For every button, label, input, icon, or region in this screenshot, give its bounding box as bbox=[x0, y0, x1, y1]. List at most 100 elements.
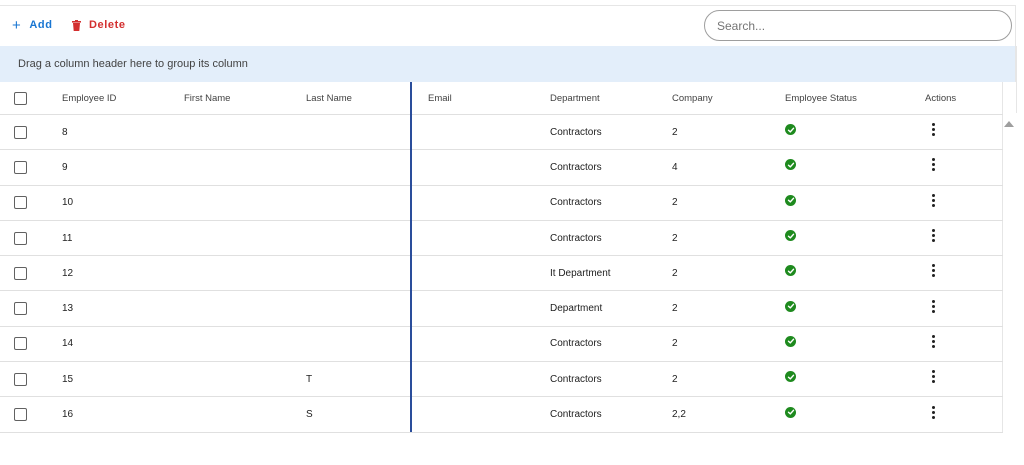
cell-actions bbox=[928, 362, 938, 396]
more-vertical-icon[interactable] bbox=[928, 158, 938, 172]
cell-employee-status bbox=[785, 256, 796, 290]
row-select-cell bbox=[14, 186, 27, 220]
row-checkbox[interactable] bbox=[14, 266, 27, 280]
row-checkbox[interactable] bbox=[14, 408, 27, 422]
cell-employee-status bbox=[785, 362, 796, 396]
table-row[interactable]: 12 It Department 2 bbox=[0, 256, 1003, 292]
cell-employee-id: 13 bbox=[62, 303, 74, 315]
delete-button[interactable]: Delete bbox=[72, 17, 126, 33]
cell-actions bbox=[928, 327, 938, 361]
check-circle-icon bbox=[785, 371, 796, 383]
more-vertical-icon[interactable] bbox=[928, 229, 938, 243]
row-end-divider bbox=[1002, 220, 1003, 256]
column-header-department[interactable]: Department bbox=[550, 82, 600, 114]
cell-company: 2 bbox=[672, 338, 678, 350]
more-vertical-icon[interactable] bbox=[928, 264, 938, 278]
row-select-cell bbox=[14, 362, 27, 396]
cell-actions bbox=[928, 186, 938, 220]
row-end-divider bbox=[1002, 256, 1003, 291]
row-end-divider bbox=[1002, 150, 1003, 185]
cell-department: Contractors bbox=[550, 373, 602, 385]
table-row[interactable]: 14 Contractors 2 bbox=[0, 326, 1003, 363]
cell-actions bbox=[928, 221, 938, 255]
cell-actions bbox=[928, 115, 938, 149]
select-all-checkbox[interactable] bbox=[14, 91, 27, 105]
check-circle-icon bbox=[785, 230, 796, 242]
table-row[interactable]: 15 T Contractors 2 bbox=[0, 362, 1003, 398]
row-end-divider bbox=[1002, 291, 1003, 326]
column-header-company[interactable]: Company bbox=[672, 82, 713, 114]
column-header-last-name[interactable]: Last Name bbox=[306, 82, 352, 114]
table-row[interactable]: 9 Contractors 4 bbox=[0, 150, 1003, 186]
row-end-divider bbox=[1002, 397, 1003, 432]
more-vertical-icon[interactable] bbox=[928, 193, 938, 207]
search-input[interactable] bbox=[704, 10, 1012, 41]
row-checkbox[interactable] bbox=[14, 196, 27, 210]
row-checkbox[interactable] bbox=[14, 125, 27, 139]
select-all-cell bbox=[14, 82, 27, 114]
cell-employee-id: 16 bbox=[62, 409, 74, 421]
column-header-employee-id[interactable]: Employee ID bbox=[62, 82, 116, 114]
column-header-employee-status[interactable]: Employee Status bbox=[785, 82, 857, 114]
cell-employee-status bbox=[785, 327, 796, 361]
cell-employee-status bbox=[785, 186, 796, 220]
check-circle-icon bbox=[785, 335, 796, 347]
cell-department: Department bbox=[550, 303, 603, 315]
group-drop-area[interactable]: Drag a column header here to group its c… bbox=[0, 46, 1016, 82]
cell-employee-status bbox=[785, 221, 796, 255]
column-header-actions[interactable]: Actions bbox=[925, 82, 956, 114]
more-vertical-icon[interactable] bbox=[928, 405, 938, 419]
scroll-up-arrow-icon[interactable] bbox=[1004, 121, 1014, 127]
check-circle-icon bbox=[785, 265, 796, 277]
row-end-divider bbox=[1002, 326, 1003, 362]
grid-body: 8 Contractors 2 9 Contractors 4 10 Contractors 2… bbox=[0, 115, 1003, 433]
row-select-cell bbox=[14, 115, 27, 149]
cell-department: Contractors bbox=[550, 338, 602, 350]
cell-department: Contractors bbox=[550, 161, 602, 173]
cell-department: Contractors bbox=[550, 232, 602, 244]
column-header-email[interactable]: Email bbox=[428, 82, 452, 114]
row-select-cell bbox=[14, 327, 27, 361]
more-vertical-icon[interactable] bbox=[928, 299, 938, 313]
cell-employee-id: 9 bbox=[62, 161, 68, 173]
cell-company: 2 bbox=[672, 303, 678, 315]
cell-employee-id: 15 bbox=[62, 373, 74, 385]
row-checkbox[interactable] bbox=[14, 372, 27, 386]
group-drop-hint: Drag a column header here to group its c… bbox=[18, 58, 248, 70]
table-row[interactable]: 16 S Contractors 2,2 bbox=[0, 397, 1003, 433]
cell-actions bbox=[928, 256, 938, 290]
table-row[interactable]: 13 Department 2 bbox=[0, 291, 1003, 327]
cell-company: 2 bbox=[672, 126, 678, 138]
trash-icon bbox=[72, 19, 81, 31]
cell-department: Contractors bbox=[550, 126, 602, 138]
cell-company: 2 bbox=[672, 197, 678, 209]
cell-employee-status bbox=[785, 150, 796, 184]
row-end-divider bbox=[1002, 362, 1003, 397]
more-vertical-icon[interactable] bbox=[928, 334, 938, 348]
employee-grid: Employee ID First Name Last Name Email D… bbox=[0, 82, 1003, 433]
plus-icon: + bbox=[12, 16, 22, 34]
cell-company: 4 bbox=[672, 161, 678, 173]
cell-company: 2,2 bbox=[672, 409, 686, 421]
column-header-first-name[interactable]: First Name bbox=[184, 82, 230, 114]
column-drag-indicator bbox=[410, 82, 412, 432]
cell-employee-status bbox=[785, 291, 796, 325]
add-button[interactable]: + Add bbox=[12, 17, 53, 33]
add-button-label: Add bbox=[29, 19, 53, 31]
table-row[interactable]: 10 Contractors 2 bbox=[0, 185, 1003, 221]
table-row[interactable]: 11 Contractors 2 bbox=[0, 220, 1003, 257]
row-checkbox[interactable] bbox=[14, 302, 27, 316]
more-vertical-icon[interactable] bbox=[928, 370, 938, 384]
cell-company: 2 bbox=[672, 373, 678, 385]
row-checkbox[interactable] bbox=[14, 337, 27, 351]
cell-actions bbox=[928, 291, 938, 325]
check-circle-icon bbox=[785, 406, 796, 418]
delete-button-label: Delete bbox=[89, 19, 126, 31]
more-vertical-icon[interactable] bbox=[928, 123, 938, 137]
row-checkbox[interactable] bbox=[14, 231, 27, 245]
cell-employee-id: 14 bbox=[62, 338, 74, 350]
row-checkbox[interactable] bbox=[14, 160, 27, 174]
table-row[interactable]: 8 Contractors 2 bbox=[0, 115, 1003, 151]
cell-employee-id: 12 bbox=[62, 267, 74, 279]
row-end-divider bbox=[1002, 185, 1003, 220]
